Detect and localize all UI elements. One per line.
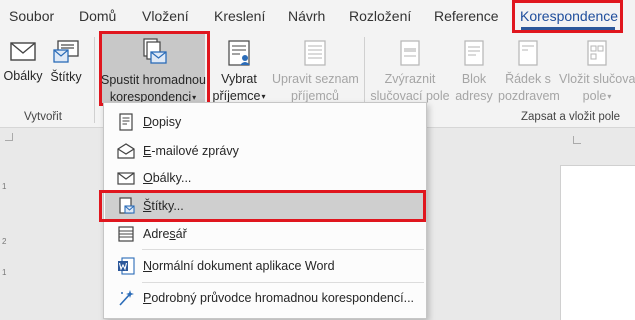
menu-separator [142, 249, 424, 250]
tab-rozlozeni[interactable]: Rozložení [349, 8, 411, 24]
tab-domu[interactable]: Domů [79, 8, 116, 24]
labels-icon [53, 40, 79, 63]
chevron-down-icon: ▾ [607, 92, 612, 102]
tab-korespondence[interactable]: Korespondence [520, 8, 618, 24]
word-icon [118, 257, 135, 275]
menu-item-envelopes[interactable]: Obálky... [105, 165, 425, 191]
chevron-down-icon: ▾ [261, 92, 266, 102]
edit-list-icon [304, 40, 326, 66]
ruler-mark: 2 [2, 237, 7, 246]
highlight-fields-icon [400, 40, 420, 66]
ruler-mark: 1 [2, 182, 7, 191]
menu-item-labels[interactable]: Štítky... [105, 193, 425, 219]
active-tab-indicator [521, 27, 615, 30]
highlight-merge-fields-button[interactable]: Zvýraznit slučovací pole [369, 39, 451, 103]
chevron-down-icon: ▾ [192, 93, 197, 103]
address-block-button[interactable]: Blok adresy [453, 39, 495, 103]
insert-field-icon [587, 40, 607, 66]
ruler-mark: 1 [2, 268, 7, 277]
menu-item-normal-word-document[interactable]: Normální dokument aplikace Word [105, 253, 425, 279]
document-page[interactable] [560, 165, 635, 320]
wizard-icon [119, 290, 134, 306]
group-separator [94, 37, 95, 123]
envelope-icon [10, 42, 36, 61]
menu-item-mail-merge-wizard[interactable]: Podrobný průvodce hromadnou korespondenc… [105, 285, 425, 311]
envelope-icon [117, 172, 135, 185]
menu-item-directory[interactable]: Adresář [105, 221, 425, 247]
labels-icon [119, 197, 135, 214]
vertical-ruler: 1 2 1 [0, 150, 12, 320]
margin-corner-mark [573, 136, 581, 144]
start-mail-merge-menu: Dopisy E-mailové zprávy Obálky... Štítky… [103, 102, 427, 319]
start-mail-merge-icon [143, 38, 167, 64]
labels-button[interactable]: Štítky [46, 39, 86, 89]
tab-vlozeni[interactable]: Vložení [142, 8, 189, 24]
margin-corner-mark [5, 133, 13, 141]
address-block-icon [464, 40, 484, 66]
envelope-open-icon [117, 143, 135, 159]
tab-reference[interactable]: Reference [434, 8, 499, 24]
ribbon-tab-bar: Soubor Domů Vložení Kreslení Návrh Rozlo… [0, 0, 635, 33]
menu-separator [142, 282, 424, 283]
greeting-line-button[interactable]: Řádek s pozdravem [498, 39, 560, 103]
select-recipients-button[interactable]: Vybrat příjemce▾ [210, 39, 268, 103]
insert-merge-field-button[interactable]: Vložit slučovací pole▾ [559, 39, 635, 103]
tab-soubor[interactable]: Soubor [9, 8, 54, 24]
directory-icon [118, 226, 134, 242]
greeting-line-icon [518, 40, 538, 66]
tab-kresleni[interactable]: Kreslení [214, 8, 265, 24]
start-mail-merge-button[interactable]: Spustit hromadnou korespondenci▾ [101, 34, 206, 104]
letter-icon [119, 113, 133, 131]
edit-recipient-list-button[interactable]: Upravit seznam příjemců [272, 39, 359, 103]
menu-item-letters[interactable]: Dopisy [105, 109, 425, 135]
menu-item-email-messages[interactable]: E-mailové zprávy [105, 138, 425, 164]
select-recipients-icon [228, 40, 250, 66]
group-label-zapsat: Zapsat a vložit pole [521, 111, 621, 123]
tab-navrh[interactable]: Návrh [288, 8, 325, 24]
envelopes-button[interactable]: Obálky [2, 39, 44, 89]
group-label-vytvorit: Vytvořit [24, 111, 62, 123]
